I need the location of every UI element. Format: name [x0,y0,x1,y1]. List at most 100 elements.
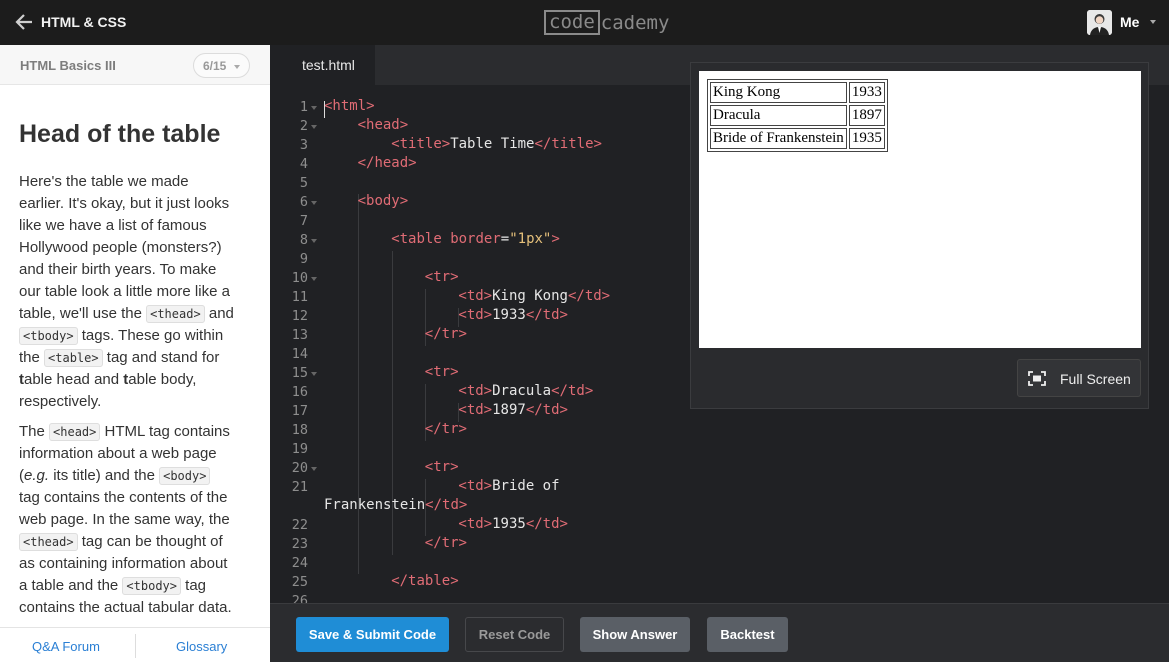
code-token: </td> [525,516,568,532]
logo-box-text: code [544,10,600,35]
text: Here's the table we made earlier. It's o… [19,173,230,322]
line-number: 5 [299,175,308,191]
code-token: </td> [551,383,594,399]
table-row: Dracula 1897 [710,105,885,126]
code-line: <td>1897</td> [458,402,568,418]
line-number: 15 [291,365,308,381]
lesson-header: HTML Basics III 6/15 [0,45,270,85]
text-cursor [324,101,325,118]
full-screen-button[interactable]: Full Screen [1017,359,1141,397]
course-title[interactable]: HTML & CSS [41,14,126,30]
show-answer-button[interactable]: Show Answer [580,617,690,652]
divider [135,634,136,658]
codecademy-logo[interactable]: code cademy [544,10,669,35]
code-token: Table Time [450,136,535,152]
line-number: 9 [299,251,308,267]
chevron-down-icon [234,65,240,69]
preview-pane: King Kong 1933 Dracula 1897 Bride of Franken… [690,62,1149,409]
fold-arrow-icon[interactable] [311,125,317,129]
line-number: 1 [299,99,308,115]
code-token: <title> [391,136,451,152]
top-bar: HTML & CSS code cademy Me [0,0,1169,45]
code-line: <table border="1px"> [391,231,560,247]
table-cell: 1897 [848,105,885,126]
code-line: <tr> [425,269,459,285]
line-number: 2 [299,118,308,134]
line-number: 20 [291,460,308,476]
code-line: <tr> [425,459,459,475]
code-token: <td> [458,478,493,494]
code-token: <tr> [424,269,459,285]
user-menu[interactable]: Me [1120,14,1139,30]
line-number: 22 [291,517,308,533]
code-token: 1933 [492,307,526,323]
line-number: 24 [291,555,308,571]
chevron-down-icon[interactable] [1150,20,1156,24]
code-token: </td> [525,307,568,323]
inline-code: <tbody> [122,577,181,595]
code-token: Dracula [492,383,552,399]
lesson-paragraph-1: Here's the table we made earlier. It's o… [19,171,235,413]
code-line: <td>Bride of [458,478,559,494]
code-line: <td>1933</td> [458,307,568,323]
table-row: King Kong 1933 [710,82,885,103]
fold-arrow-icon[interactable] [311,467,317,471]
line-number: 8 [299,232,308,248]
back-arrow-icon[interactable] [14,12,34,32]
line-number: 12 [291,308,308,324]
line-number: 16 [291,384,308,400]
line-number: 25 [291,574,308,590]
code-token: 1897 [492,402,526,418]
text: its title) and the [49,467,160,484]
inline-code: <thead> [19,533,78,551]
code-line: <title>Table Time</title> [391,136,602,152]
glossary-link[interactable]: Glossary [176,639,227,654]
code-line: <td>Dracula</td> [458,383,593,399]
code-token: Frankenstein [324,497,426,513]
fold-arrow-icon[interactable] [311,106,317,110]
code-token: </td> [425,497,468,513]
line-number: 6 [299,194,308,210]
fold-arrow-icon[interactable] [311,372,317,376]
line-number: 3 [299,137,308,153]
code-token: Bride of [492,478,560,494]
code-token: </td> [567,288,611,304]
lesson-panel: HTML Basics III 6/15 Head of the table H… [0,45,270,662]
qa-forum-link[interactable]: Q&A Forum [32,639,100,654]
code-line: <head> [358,117,409,133]
exercise-pager[interactable]: 6/15 [193,53,250,78]
table-cell: King Kong [710,82,847,103]
fold-arrow-icon[interactable] [311,277,317,281]
fold-arrow-icon[interactable] [311,239,317,243]
code-token: <tr> [424,364,459,380]
code-token: = [500,231,510,247]
unit-title: HTML Basics III [20,58,116,73]
code-line: <html> [324,98,375,114]
avatar[interactable] [1087,10,1112,35]
save-submit-button[interactable]: Save & Submit Code [296,617,449,652]
code-line: </head> [358,155,417,171]
code-token: > [551,231,560,247]
reset-code-button[interactable]: Reset Code [465,617,564,652]
code-token: </tr> [424,421,467,437]
text: and [204,305,234,322]
code-token: <td> [458,288,493,304]
code-line: </tr> [425,326,467,342]
tab-test-html[interactable]: test.html [270,45,375,85]
line-number: 11 [291,289,308,305]
line-number: 14 [291,346,308,362]
backtest-button[interactable]: Backtest [707,617,788,652]
fold-arrow-icon[interactable] [311,201,317,205]
text: tag and stand for [102,349,220,366]
code-token: <td> [458,516,493,532]
code-token: </head> [357,155,417,171]
code-line: <tr> [425,364,459,380]
code-token: </td> [525,402,568,418]
line-number: 13 [291,327,308,343]
code-token: <table [391,231,451,247]
table-cell: 1935 [848,128,885,149]
code-token: <td> [458,383,493,399]
preview-page: King Kong 1933 Dracula 1897 Bride of Franken… [699,71,1141,348]
line-number: 18 [291,422,308,438]
text: able head and [24,371,124,388]
